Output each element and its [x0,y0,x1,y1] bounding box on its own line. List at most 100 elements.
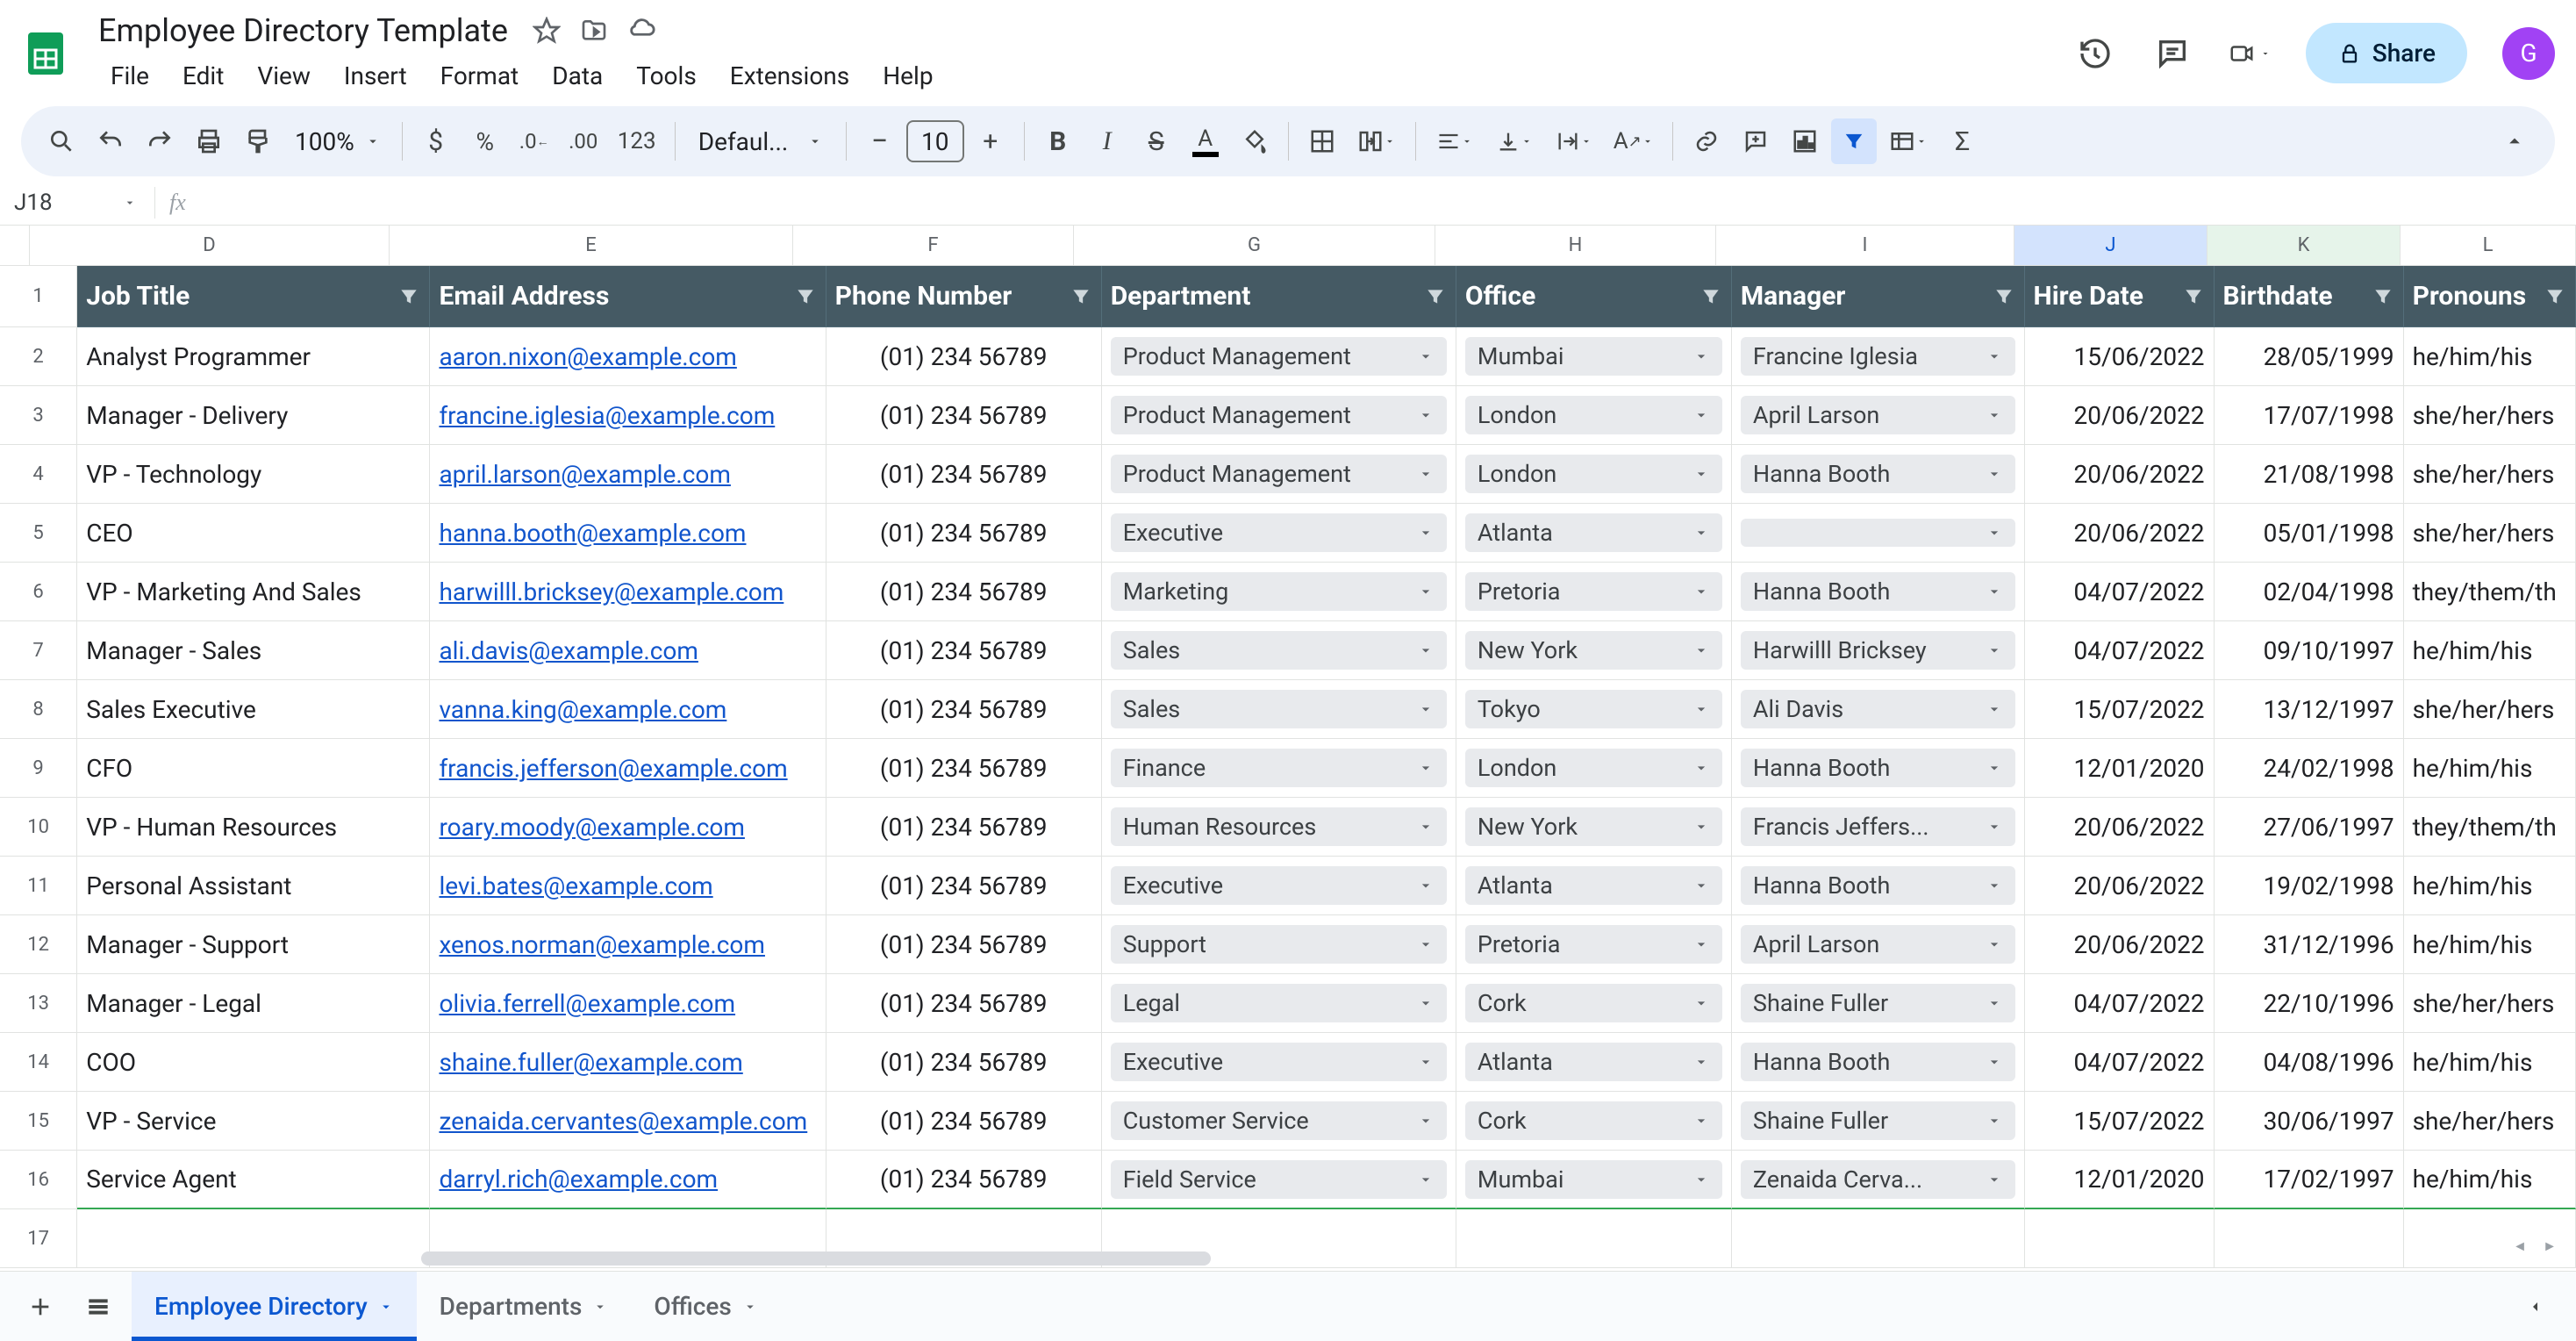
cell-phone[interactable]: (01) 234 56789 [826,1033,1102,1092]
cell-phone[interactable]: (01) 234 56789 [826,857,1102,915]
dropdown-chip[interactable]: Mumbai [1465,337,1722,376]
column-header-D[interactable]: D [30,226,390,265]
cell-department[interactable]: Human Resources [1102,798,1456,857]
cell-pronouns[interactable]: they/them/th [2404,798,2576,857]
cell-manager[interactable]: Francine Iglesia [1732,327,2025,386]
dropdown-chip[interactable]: Cork [1465,1101,1722,1140]
cell-birthdate[interactable]: 19/02/1998 [2215,857,2404,915]
zoom-dropdown[interactable]: 100% [284,122,391,161]
table-header-cell[interactable]: Office [1456,266,1732,327]
cell-hire-date[interactable]: 04/07/2022 [2025,1033,2215,1092]
cell-phone[interactable]: (01) 234 56789 [826,327,1102,386]
dropdown-chip[interactable]: Human Resources [1111,807,1447,846]
scroll-right-icon[interactable]: ► [2537,1234,2562,1259]
spreadsheet-grid[interactable]: DEFGHIJKL 1Job TitleEmail AddressPhone N… [0,226,2576,1268]
cell-manager[interactable]: Hanna Booth [1732,739,2025,798]
collapse-sidebar-icon[interactable] [2511,1282,2560,1331]
cell-pronouns[interactable]: he/him/his [2404,621,2576,680]
dropdown-chip[interactable]: Shaine Fuller [1741,1101,2015,1140]
cell-phone[interactable]: (01) 234 56789 [826,1092,1102,1151]
cell-hire-date[interactable]: 04/07/2022 [2025,621,2215,680]
menu-tools[interactable]: Tools [622,56,711,96]
row-header[interactable]: 16 [0,1151,77,1209]
name-box[interactable]: J18 [14,190,154,216]
dropdown-chip[interactable]: Executive [1111,866,1447,905]
dropdown-chip[interactable]: Product Management [1111,337,1447,376]
column-header-L[interactable]: L [2401,226,2576,265]
cell-pronouns[interactable]: he/him/his [2404,915,2576,974]
cell-email[interactable]: levi.bates@example.com [430,857,826,915]
cell-hire-date[interactable]: 15/06/2022 [2025,327,2215,386]
cell-department[interactable]: Product Management [1102,445,1456,504]
cell-job-title[interactable]: Analyst Programmer [77,327,430,386]
row-header[interactable]: 9 [0,739,77,798]
cell-office[interactable]: Mumbai [1456,327,1732,386]
wrap-icon[interactable] [1546,118,1602,164]
table-header-cell[interactable]: Pronouns [2404,266,2576,327]
row-header[interactable]: 5 [0,504,77,563]
cell-job-title[interactable]: VP - Technology [77,445,430,504]
cell-email[interactable]: vanna.king@example.com [430,680,826,739]
cell-office[interactable]: Cork [1456,974,1732,1033]
sheet-tab[interactable]: Employee Directory [132,1272,417,1341]
cell-manager[interactable]: Hanna Booth [1732,445,2025,504]
cell-department[interactable]: Finance [1102,739,1456,798]
fill-color-icon[interactable] [1232,118,1277,164]
cell-hire-date[interactable]: 20/06/2022 [2025,445,2215,504]
table-header-cell[interactable]: Email Address [430,266,826,327]
cell-office[interactable]: Atlanta [1456,857,1732,915]
cell-department[interactable]: Sales [1102,621,1456,680]
cell-department[interactable]: Marketing [1102,563,1456,621]
dropdown-chip[interactable]: Legal [1111,984,1447,1022]
cell-email[interactable]: olivia.ferrell@example.com [430,974,826,1033]
cell-phone[interactable]: (01) 234 56789 [826,915,1102,974]
share-button[interactable]: Share [2306,23,2467,83]
table-header-cell[interactable]: Hire Date [2025,266,2215,327]
dropdown-chip[interactable]: Hanna Booth [1741,572,2015,611]
cell-office[interactable]: London [1456,445,1732,504]
insert-comment-icon[interactable] [1733,118,1778,164]
avatar[interactable]: G [2502,27,2555,80]
undo-icon[interactable] [88,118,133,164]
cell-birthdate[interactable]: 09/10/1997 [2215,621,2404,680]
valign-icon[interactable] [1486,118,1542,164]
search-menus-icon[interactable] [39,118,84,164]
cell-email[interactable]: shaine.fuller@example.com [430,1033,826,1092]
dropdown-chip[interactable]: Marketing [1111,572,1447,611]
row-header[interactable]: 10 [0,798,77,857]
column-header-K[interactable]: K [2207,226,2401,265]
dropdown-chip[interactable]: Harwilll Bricksey [1741,631,2015,670]
cell-email[interactable]: aaron.nixon@example.com [430,327,826,386]
cell-job-title[interactable]: Manager - Delivery [77,386,430,445]
cell-manager[interactable]: April Larson [1732,386,2025,445]
dropdown-chip[interactable]: Sales [1111,631,1447,670]
cell-pronouns[interactable]: he/him/his [2404,1033,2576,1092]
cell-hire-date[interactable]: 15/07/2022 [2025,1092,2215,1151]
dropdown-chip[interactable]: Shaine Fuller [1741,984,2015,1022]
cell-manager[interactable]: Shaine Fuller [1732,1092,2025,1151]
font-size-input[interactable]: 10 [906,120,964,162]
dropdown-chip[interactable] [1741,519,2015,547]
increase-font-icon[interactable]: + [968,118,1013,164]
dropdown-chip[interactable]: Customer Service [1111,1101,1447,1140]
sheet-tab[interactable]: Offices [631,1272,780,1341]
decrease-decimal-icon[interactable]: .0← [512,118,557,164]
dropdown-chip[interactable]: Sales [1111,690,1447,728]
cell-phone[interactable]: (01) 234 56789 [826,445,1102,504]
cell-empty[interactable] [2215,1209,2404,1268]
cell-phone[interactable]: (01) 234 56789 [826,739,1102,798]
borders-icon[interactable] [1299,118,1345,164]
percent-icon[interactable]: % [462,118,508,164]
decrease-font-icon[interactable]: − [857,118,903,164]
cell-birthdate[interactable]: 17/07/1998 [2215,386,2404,445]
cell-job-title[interactable]: Manager - Legal [77,974,430,1033]
cell-birthdate[interactable]: 22/10/1996 [2215,974,2404,1033]
table-header-cell[interactable]: Birthdate [2215,266,2404,327]
cell-job-title[interactable]: CFO [77,739,430,798]
dropdown-chip[interactable]: Francis Jeffers... [1741,807,2015,846]
star-icon[interactable] [531,15,562,47]
cell-phone[interactable]: (01) 234 56789 [826,680,1102,739]
dropdown-chip[interactable]: London [1465,455,1722,493]
cell-pronouns[interactable]: she/her/hers [2404,504,2576,563]
cell-department[interactable]: Product Management [1102,327,1456,386]
